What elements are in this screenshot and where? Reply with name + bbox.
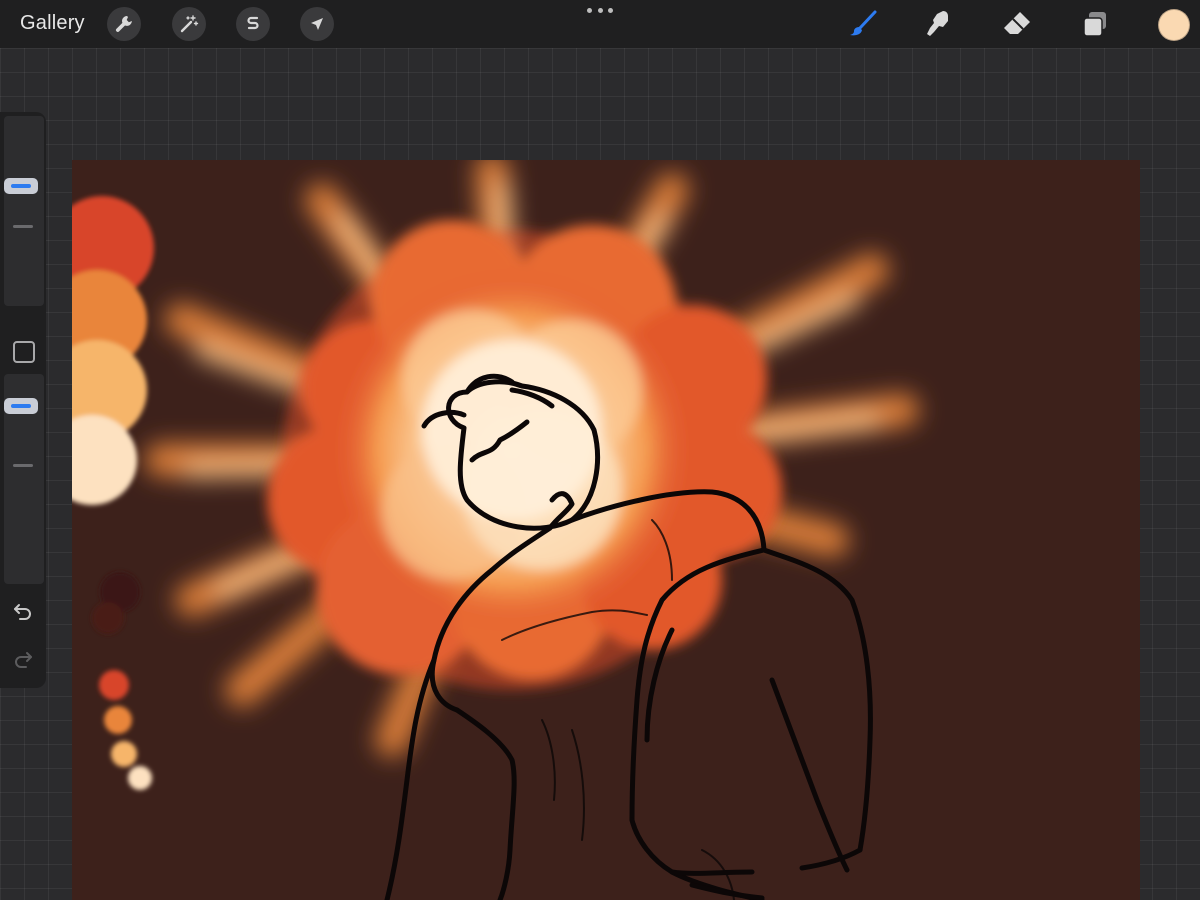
drawing-canvas[interactable] [72, 160, 1140, 900]
brush-size-slider[interactable] [4, 116, 44, 306]
wrench-icon[interactable] [107, 7, 141, 41]
layers-icon[interactable] [1078, 7, 1112, 41]
palette-small [99, 670, 152, 790]
redo-icon[interactable] [8, 644, 38, 674]
more-options-icon[interactable] [587, 8, 613, 14]
palette-large [72, 196, 154, 505]
artwork [72, 160, 919, 900]
brush-icon[interactable] [846, 7, 880, 41]
magic-wand-icon[interactable] [172, 7, 206, 41]
opacity-slider[interactable] [4, 374, 44, 584]
slider-tick [13, 464, 33, 467]
explosion-cloud [267, 220, 782, 690]
left-sidebar [0, 112, 46, 688]
modifier-square-button[interactable] [13, 341, 35, 363]
color-picker-swatch[interactable] [1158, 9, 1190, 41]
smudge-icon[interactable] [922, 7, 956, 41]
eraser-icon[interactable] [1000, 7, 1034, 41]
selection-s-icon[interactable] [236, 7, 270, 41]
arrow-transform-icon[interactable] [300, 7, 334, 41]
opacity-handle[interactable] [4, 398, 38, 414]
undo-icon[interactable] [8, 596, 38, 626]
gallery-button[interactable]: Gallery [20, 12, 85, 35]
brush-size-handle[interactable] [4, 178, 38, 194]
top-toolbar: Gallery [0, 0, 1200, 48]
palette-dark [92, 572, 140, 634]
slider-tick [13, 225, 33, 228]
